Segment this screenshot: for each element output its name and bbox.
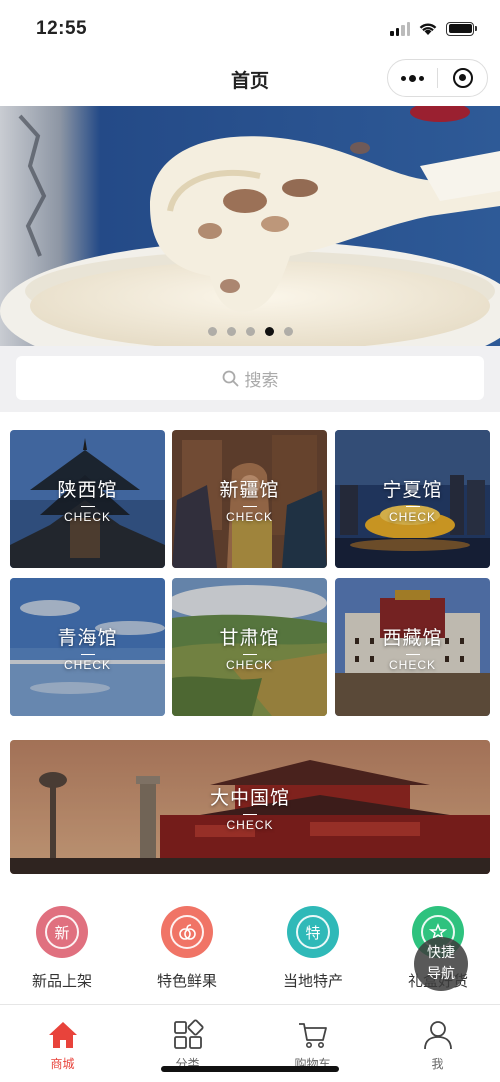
tab-label: 商城 (50, 1057, 75, 1071)
pavilion-name: 陕西馆 (57, 478, 118, 501)
pavilion-caption: 甘肃馆 CHECK (172, 578, 327, 716)
pavilion-name: 甘肃馆 (219, 626, 280, 649)
pavilion-check-label: CHECK (225, 657, 273, 672)
carousel-dot[interactable] (245, 327, 255, 336)
specialty-icon: 特 (296, 915, 330, 949)
more-dots-icon (401, 74, 424, 82)
category-icon-bg (161, 906, 213, 958)
target-icon (452, 68, 473, 88)
pavilion-card-shaanxi[interactable]: 陕西馆 CHECK (10, 430, 165, 568)
status-bar: 12:55 (0, 0, 500, 56)
search-input[interactable]: 搜索 (16, 356, 484, 400)
quick-nav-label-line2: 导航 (427, 966, 455, 982)
search-icon (222, 370, 238, 386)
category-label: 特色鲜果 (156, 972, 217, 990)
signal-icon (390, 21, 410, 36)
pavilion-divider (405, 653, 420, 655)
pavilion-name: 青海馆 (57, 626, 118, 649)
category-label: 当地特产 (282, 972, 343, 990)
quick-nav-label-line1: 快捷 (427, 945, 455, 961)
banner-carousel[interactable] (0, 106, 500, 346)
tab-mall[interactable]: 商城 (0, 1005, 125, 1082)
status-time: 12:55 (36, 18, 88, 39)
pavilion-name: 西藏馆 (382, 626, 443, 649)
pavilion-divider (243, 813, 257, 815)
carousel-indicators (0, 327, 500, 336)
pavilion-divider (405, 505, 420, 507)
search-placeholder: 搜索 (244, 370, 279, 391)
status-icons (390, 21, 477, 36)
pavilion-caption: 西藏馆 CHECK (335, 578, 490, 716)
pavilion-card-china[interactable]: 大中国馆 CHECK (10, 740, 490, 874)
tab-me[interactable]: 我 (375, 1005, 500, 1082)
battery-icon (446, 21, 477, 36)
pavilion-card-tibet[interactable]: 西藏馆 CHECK (335, 578, 490, 716)
pavilion-caption: 大中国馆 CHECK (10, 740, 490, 874)
category-icon-bg: 特 (287, 906, 339, 958)
pavilion-check-label: CHECK (388, 657, 436, 672)
carousel-dot[interactable] (207, 327, 217, 336)
category-grid-icon (173, 1019, 204, 1049)
pavilion-card-xinjiang[interactable]: 新疆馆 CHECK (172, 430, 327, 568)
pavilion-check-label: CHECK (225, 509, 273, 524)
pavilion-card-ningxia[interactable]: 宁夏馆 CHECK (335, 430, 490, 568)
carousel-dot[interactable] (264, 327, 274, 336)
pavilion-grid: 陕西馆 CHECK 新疆馆 CHECK 宁夏馆 CHECK 青海馆 CHECK … (0, 412, 500, 890)
pavilion-caption: 陕西馆 CHECK (10, 430, 165, 568)
close-mini-program-button[interactable] (438, 60, 487, 96)
carousel-dot[interactable] (283, 327, 293, 336)
pavilion-name: 大中国馆 (209, 786, 290, 809)
pavilion-caption: 青海馆 CHECK (10, 578, 165, 716)
home-indicator (161, 1066, 339, 1072)
pavilion-name: 宁夏馆 (382, 478, 443, 501)
quick-nav-button[interactable]: 快捷 导航 (414, 937, 468, 991)
pavilion-check-label: CHECK (226, 817, 274, 832)
category-local-specialty[interactable]: 特 当地特产 (258, 906, 368, 991)
category-featured-fruit[interactable]: 特色鲜果 (132, 906, 242, 991)
carousel-dot[interactable] (226, 327, 236, 336)
category-new-arrivals[interactable]: 新 新品上架 (7, 906, 117, 991)
mini-program-capsule (387, 59, 488, 97)
pavilion-name: 新疆馆 (219, 478, 280, 501)
pavilion-check-label: CHECK (388, 509, 436, 524)
pavilion-divider (80, 505, 95, 507)
pavilion-divider (242, 505, 257, 507)
user-icon (423, 1021, 452, 1050)
tab-label: 我 (431, 1057, 444, 1071)
nav-bar: 首页 (0, 56, 500, 106)
pavilion-caption: 新疆馆 CHECK (172, 430, 327, 568)
banner-image (0, 106, 500, 346)
pavilion-check-label: CHECK (63, 657, 111, 672)
pavilion-card-qinghai[interactable]: 青海馆 CHECK (10, 578, 165, 716)
new-badge-icon: 新 (45, 915, 79, 949)
category-icon-bg: 新 (36, 906, 88, 958)
more-button[interactable] (388, 60, 437, 96)
category-label: 新品上架 (31, 972, 92, 990)
pavilion-check-label: CHECK (63, 509, 111, 524)
fruit-icon (170, 915, 204, 949)
pavilion-card-gansu[interactable]: 甘肃馆 CHECK (172, 578, 327, 716)
pavilion-caption: 宁夏馆 CHECK (335, 430, 490, 568)
home-icon (48, 1022, 77, 1048)
pavilion-divider (242, 653, 257, 655)
wifi-icon (419, 23, 437, 35)
cart-icon (298, 1023, 327, 1048)
pavilion-divider (80, 653, 95, 655)
search-area: 搜索 (0, 346, 500, 412)
